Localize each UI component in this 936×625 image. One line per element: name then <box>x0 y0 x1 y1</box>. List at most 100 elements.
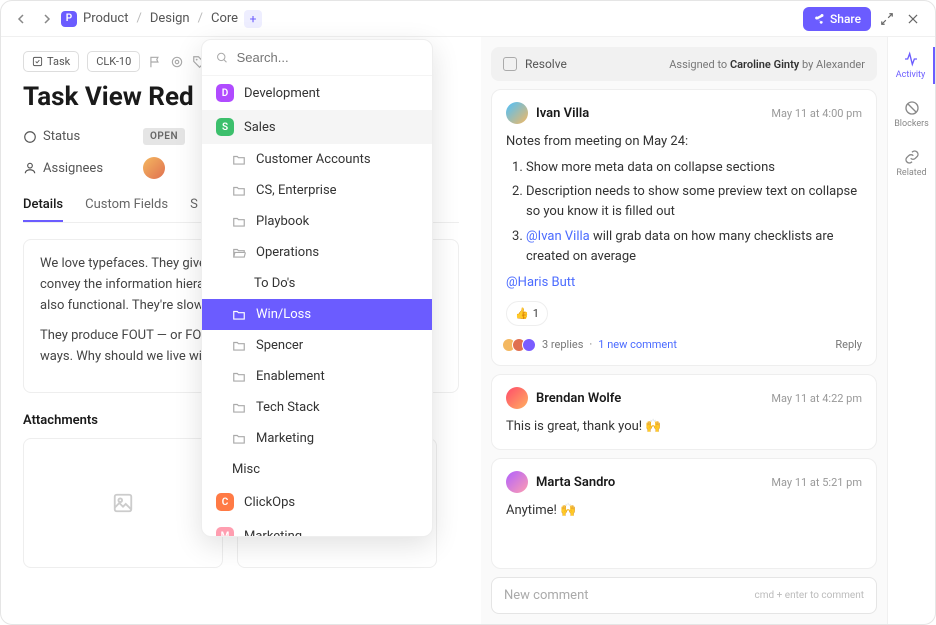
nav-forward[interactable] <box>37 10 55 28</box>
comment-author: Ivan Villa <box>536 106 589 121</box>
rail-activity[interactable]: Activity <box>888 47 935 84</box>
status-label: Status <box>23 129 133 144</box>
breadcrumb-sep: / <box>136 11 141 26</box>
dropdown-search[interactable] <box>202 40 432 76</box>
comment-time: May 11 at 5:21 pm <box>771 476 862 489</box>
space-label: Development <box>244 86 320 101</box>
comment-time: May 11 at 4:00 pm <box>771 107 862 120</box>
folder-icon <box>232 153 246 167</box>
blockers-icon <box>904 100 920 116</box>
folder-customer-accounts[interactable]: Customer Accounts <box>202 144 432 175</box>
comment-body: Notes from meeting on May 24: Show more … <box>506 132 862 353</box>
breadcrumb-design[interactable]: Design <box>150 11 190 26</box>
flag-icon[interactable] <box>148 55 162 69</box>
list-winloss[interactable]: Win/Loss <box>202 299 432 330</box>
resolve-checkbox[interactable] <box>503 57 517 71</box>
list-todos[interactable]: To Do's <box>202 268 432 299</box>
assignees-label: Assignees <box>23 161 133 176</box>
new-comment-indicator[interactable]: 1 new comment <box>598 336 677 353</box>
folder-icon <box>232 370 246 384</box>
space-letter-icon: D <box>216 84 234 102</box>
folder-enablement[interactable]: Enablement <box>202 361 432 392</box>
resolve-bar: Resolve Assigned to Caroline Ginty by Al… <box>491 47 877 81</box>
mention[interactable]: @Ivan Villa <box>526 229 590 244</box>
comment-composer[interactable]: New comment cmd + enter to comment <box>491 577 877 614</box>
share-button[interactable]: Share <box>803 7 871 31</box>
folder-cs-enterprise[interactable]: CS, Enterprise <box>202 175 432 206</box>
space-picker-dropdown: D Development S Sales Customer Accounts … <box>201 39 433 537</box>
reply-button[interactable]: Reply <box>835 336 862 353</box>
assigned-text: Assigned to Caroline Ginty by Alexander <box>669 58 865 71</box>
folder-icon <box>232 432 246 446</box>
tab-more[interactable]: S <box>190 197 198 222</box>
breadcrumb-product[interactable]: Product <box>83 11 128 26</box>
task-chip-label: Task <box>47 55 70 68</box>
list-misc[interactable]: Misc <box>202 454 432 485</box>
dropdown-search-input[interactable] <box>237 50 418 65</box>
mention[interactable]: @Haris Butt <box>506 275 575 290</box>
space-letter-icon: C <box>216 493 234 511</box>
comment-author: Marta Sandro <box>536 475 615 490</box>
space-development[interactable]: D Development <box>202 76 432 110</box>
folder-icon <box>232 308 246 322</box>
comment-avatar[interactable] <box>506 471 528 493</box>
related-icon <box>904 149 920 165</box>
folder-playbook[interactable]: Playbook <box>202 206 432 237</box>
close-icon[interactable] <box>903 9 923 29</box>
comment-card: Marta Sandro May 11 at 5:21 pm Anytime! … <box>491 458 877 569</box>
space-letter-icon: S <box>216 118 234 136</box>
comment-card: Brendan Wolfe May 11 at 4:22 pm This is … <box>491 374 877 450</box>
comment-avatar[interactable] <box>506 387 528 409</box>
space-marketing[interactable]: MMarketing <box>202 519 432 536</box>
space-letter-icon: M <box>216 527 234 536</box>
breadcrumb-sep: / <box>198 11 203 26</box>
folder-icon <box>232 215 246 229</box>
nav-back[interactable] <box>13 10 31 28</box>
comments-panel: Resolve Assigned to Caroline Ginty by Al… <box>481 37 887 624</box>
share-icon <box>813 13 825 25</box>
activity-icon <box>903 51 919 67</box>
folder-operations[interactable]: Operations <box>202 237 432 268</box>
resolve-label[interactable]: Resolve <box>525 57 567 71</box>
composer-placeholder: New comment <box>504 588 589 603</box>
comment-body: This is great, thank you! 🙌 <box>506 417 862 437</box>
image-icon <box>112 492 134 514</box>
thread-avatars <box>506 338 536 352</box>
task-id-chip[interactable]: CLK-10 <box>87 51 140 72</box>
space-label: Sales <box>244 120 276 135</box>
task-icon <box>32 56 43 67</box>
folder-spencer[interactable]: Spencer <box>202 330 432 361</box>
reaction-button[interactable]: 👍1 <box>506 301 548 326</box>
task-type-chip[interactable]: Task <box>23 51 79 72</box>
workspace-icon: P <box>61 11 77 27</box>
folder-techstack[interactable]: Tech Stack <box>202 392 432 423</box>
space-sales[interactable]: S Sales <box>202 110 432 144</box>
space-clickops[interactable]: CClickOps <box>202 485 432 519</box>
rail-blockers[interactable]: Blockers <box>888 96 935 133</box>
attachment-placeholder[interactable] <box>23 438 223 568</box>
breadcrumb-add[interactable]: + <box>244 10 262 28</box>
status-icon <box>23 130 37 144</box>
comment-time: May 11 at 4:22 pm <box>771 392 862 405</box>
assignee-avatar[interactable] <box>143 157 165 179</box>
comment-card: Ivan Villa May 11 at 4:00 pm Notes from … <box>491 89 877 366</box>
person-icon <box>23 161 37 175</box>
composer-hint: cmd + enter to comment <box>755 590 864 601</box>
right-rail: Activity Blockers Related <box>887 37 935 624</box>
tab-details[interactable]: Details <box>23 197 63 222</box>
folder-icon <box>232 184 246 198</box>
breadcrumb-core[interactable]: Core <box>211 11 238 26</box>
comment-body: Anytime! 🙌 <box>506 501 862 521</box>
comment-author: Brendan Wolfe <box>536 391 621 406</box>
status-badge[interactable]: OPEN <box>143 128 185 145</box>
folder-marketing[interactable]: Marketing <box>202 423 432 454</box>
tab-custom-fields[interactable]: Custom Fields <box>85 197 168 222</box>
reply-count[interactable]: 3 replies <box>542 336 583 353</box>
target-icon[interactable] <box>170 55 184 69</box>
folder-open-icon <box>232 246 246 260</box>
comment-avatar[interactable] <box>506 102 528 124</box>
collapse-icon[interactable] <box>877 9 897 29</box>
share-label: Share <box>830 12 861 26</box>
rail-related[interactable]: Related <box>888 145 935 182</box>
folder-icon <box>232 339 246 353</box>
